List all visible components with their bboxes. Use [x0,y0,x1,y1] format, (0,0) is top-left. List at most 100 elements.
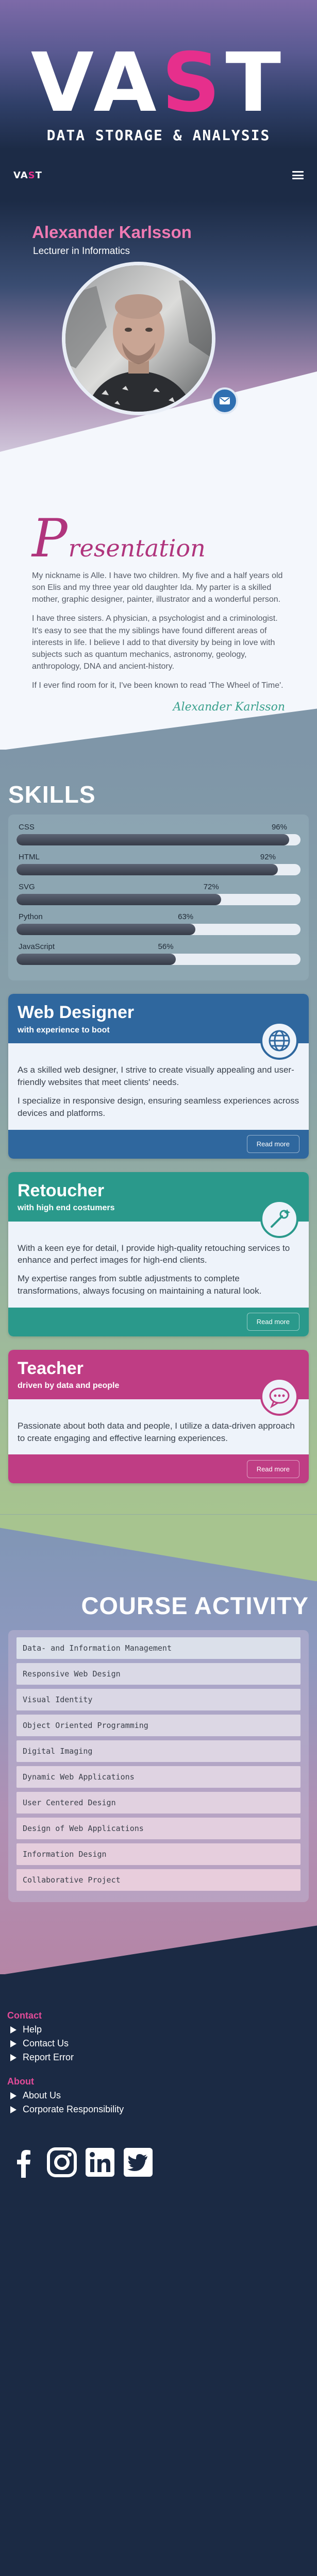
hero-banner: VAST DATA STORAGE & ANALYSIS [0,0,317,149]
linkedin-icon[interactable] [84,2146,116,2179]
footer-link-label: Report Error [23,2052,74,2063]
triangle-right-icon [10,2026,16,2033]
presentation-section: Presentation My nickname is Alle. I have… [0,505,317,750]
service-card-header: Web Designer with experience to boot [8,994,309,1060]
mail-button[interactable] [211,387,238,414]
footer-contact-heading: Contact [7,2010,42,2021]
course-item[interactable]: User Centered Design [16,1792,301,1814]
read-more-button[interactable]: Read more [246,1135,299,1154]
profile-section: Alexander Karlsson Lecturer in Informati… [0,201,317,505]
skill-bar [16,864,301,876]
skills-section: SKILLS CSS 96% HTML 92% SVG 72% Python 63% JavaS… [0,750,317,1515]
portrait-image [65,265,212,412]
course-item[interactable]: Dynamic Web Applications [16,1766,301,1788]
hamburger-icon[interactable] [292,171,304,179]
footer: Contact Help Contact Us Report Error Abo… [0,1974,317,2449]
footer-link-about-us[interactable]: About Us [10,2090,310,2101]
footer-link-corporate-responsibility[interactable]: Corporate Responsibility [10,2104,310,2115]
skill-row: SVG 72% [16,882,301,906]
course-item[interactable]: Data- and Information Management [16,1637,301,1659]
service-paragraph: I specialize in responsive design, ensur… [18,1096,299,1118]
service-card-body: With a keen eye for detail, I provide hi… [8,1222,309,1308]
hero-title-accent: S [161,36,226,130]
service-title: Web Designer [18,1003,135,1023]
service-card: Web Designer with experience to boot As a … [8,994,309,1159]
service-paragraph: With a keen eye for detail, I provide hi… [18,1243,290,1265]
service-card-footer: Read more [8,1129,309,1159]
course-item[interactable]: Information Design [16,1843,301,1866]
footer-link-report-error[interactable]: Report Error [10,2052,310,2063]
skill-row: Python 63% [16,911,301,936]
footer-link-label: Contact Us [23,2038,69,2049]
course-item[interactable]: Design of Web Applications [16,1818,301,1840]
service-paragraph: Passionate about both data and people, I… [18,1420,295,1443]
skill-percent: 96% [271,823,287,832]
course-item[interactable]: Collaborative Project [16,1869,301,1891]
footer-contact: Contact Help Contact Us Report Error [7,2010,310,2063]
skill-name: HTML [19,853,40,862]
services-list: Web Designer with experience to boot As a … [0,994,317,1484]
service-title: Retoucher [18,1180,105,1200]
service-title: Teacher [18,1358,84,1378]
service-card-header: Teacher driven by data and people [8,1349,309,1416]
service-paragraph: My expertise ranges from subtle adjustme… [18,1274,262,1296]
skills-title: SKILLS [8,781,96,808]
skill-bar-fill [16,864,278,876]
facebook-icon[interactable] [7,2146,40,2179]
presentation-paragraph: My nickname is Alle. I have two children… [32,571,283,604]
presentation-title: Presentation [32,513,285,565]
globe-icon [260,1022,298,1060]
service-card-footer: Read more [8,1454,309,1484]
triangle-right-icon [10,2092,16,2099]
service-card: Retoucher with high end costumers With a k… [8,1172,309,1336]
service-card-footer: Read more [8,1307,309,1336]
envelope-icon [220,397,230,404]
footer-link-contact-us[interactable]: Contact Us [10,2038,310,2049]
skill-percent: 63% [178,912,194,922]
profile-name: Alexander Karlsson [32,223,192,242]
footer-link-label: Corporate Responsibility [23,2104,124,2115]
skill-bar-fill [16,954,176,965]
skill-percent: 72% [203,883,219,892]
logo-part2: T [35,170,42,181]
course-item[interactable]: Object Oriented Programming [16,1715,301,1737]
read-more-button[interactable]: Read more [246,1313,299,1331]
skill-row: JavaScript 56% [16,941,301,966]
service-subtitle: with high end costumers [18,1204,115,1213]
course-activity-section: COURSE ACTIVITY Data- and Information Ma… [0,1514,317,1975]
nav-logo[interactable]: VAST [13,170,42,181]
chat-bubble-icon [260,1377,298,1416]
presentation-paragraph: I have three sisters. A physician, a psy… [32,614,278,671]
footer-link-label: Help [23,2024,42,2035]
profile-role: Lecturer in Informatics [33,246,130,257]
logo-accent: S [28,170,36,181]
service-card: Teacher driven by data and people Passiona… [8,1349,309,1484]
instagram-icon[interactable] [45,2146,78,2179]
skill-percent: 92% [260,853,276,862]
course-item[interactable]: Responsive Web Design [16,1663,301,1685]
service-subtitle: with experience to boot [18,1025,110,1035]
hero-title-part2: T [225,36,287,130]
read-more-button[interactable]: Read more [246,1460,299,1478]
service-card-header: Retoucher with high end costumers [8,1172,309,1238]
service-card-body: As a skilled web designer, I strive to c… [8,1043,309,1129]
skill-percent: 56% [158,942,174,952]
hero-title: VAST [0,42,317,124]
triangle-right-icon [10,2106,16,2113]
footer-about: About About Us Corporate Responsibility [7,2076,310,2115]
skill-bar [16,954,301,965]
skill-bar [16,894,301,906]
skill-name: Python [19,912,43,922]
triangle-right-icon [10,2054,16,2061]
hero-subtitle: DATA STORAGE & ANALYSIS [46,127,271,144]
course-item[interactable]: Digital Imaging [16,1740,301,1762]
twitter-icon[interactable] [122,2146,155,2179]
course-list: Data- and Information Management Responsi… [8,1630,309,1903]
magic-wand-icon [260,1199,298,1238]
hamburger-line [292,171,304,173]
skill-row: HTML 92% [16,852,301,876]
hamburger-line [292,178,304,179]
course-item[interactable]: Visual Identity [16,1689,301,1711]
footer-link-help[interactable]: Help [10,2024,310,2035]
top-nav: VAST [0,149,317,201]
